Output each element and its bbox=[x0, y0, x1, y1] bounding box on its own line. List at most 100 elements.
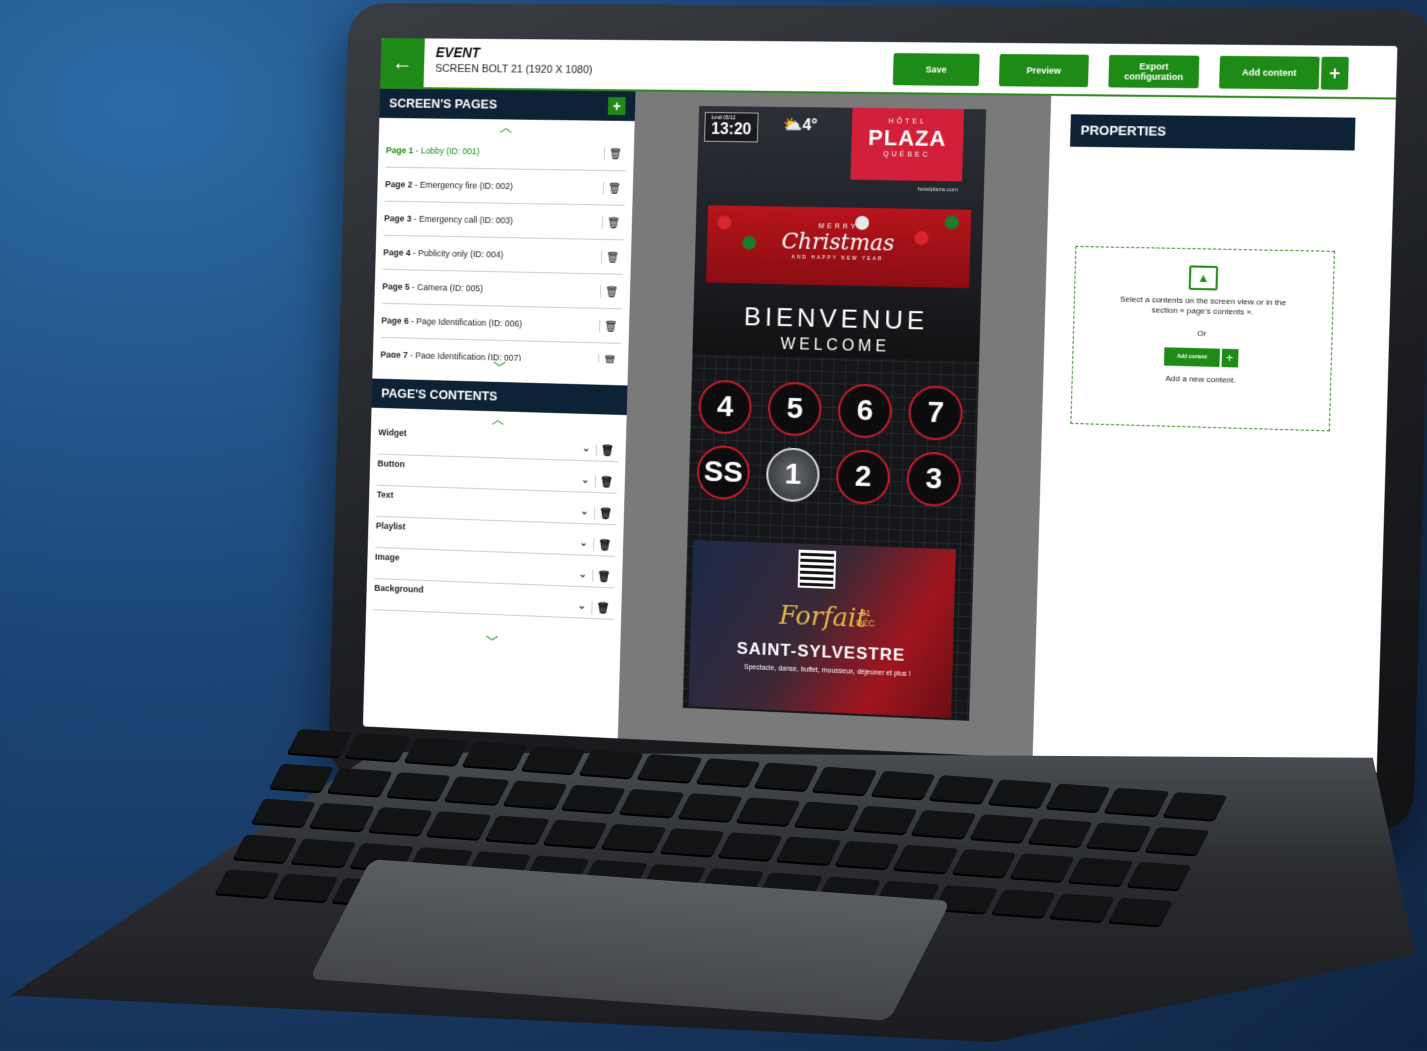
key bbox=[990, 888, 1057, 919]
key bbox=[793, 801, 860, 832]
chevron-down-icon[interactable]: ⌄ bbox=[572, 600, 592, 612]
preview-button[interactable]: Preview bbox=[998, 53, 1089, 88]
key bbox=[600, 824, 667, 854]
page-item-label: Page 1 - Lobby (ID: 001) bbox=[385, 145, 480, 157]
key bbox=[1008, 853, 1075, 884]
key bbox=[443, 776, 510, 807]
floor-button[interactable]: 3 bbox=[906, 451, 962, 508]
properties-placeholder: ▲ Select a contents on the screen view o… bbox=[1070, 245, 1335, 432]
date-badge: 31 DÉC bbox=[856, 608, 875, 629]
key bbox=[1103, 787, 1170, 818]
save-button[interactable]: Save bbox=[892, 53, 980, 87]
left-sidebar: SCREEN'S PAGES + ︿ Page 1 - Lobby (ID: 0… bbox=[362, 88, 637, 739]
floor-buttons: 4 5 6 7 SS 1 2 3 bbox=[696, 379, 970, 508]
content-item-label: Widget bbox=[378, 427, 407, 438]
floor-button[interactable]: SS bbox=[696, 444, 751, 501]
title-block: EVENT SCREEN BOLT 21 (1920 X 1080) bbox=[435, 44, 593, 76]
export-configuration-button[interactable]: Export configuration bbox=[1108, 54, 1200, 89]
screen-preview-area: lundi 05/12 13:20 ⛅4° HÔTEL PLAZA QUÉBEC… bbox=[617, 91, 1052, 759]
key bbox=[753, 762, 820, 793]
floor-button[interactable]: 2 bbox=[835, 449, 891, 505]
laptop-lid: ← EVENT SCREEN BOLT 21 (1920 X 1080) Sav… bbox=[327, 2, 1427, 834]
trash-icon[interactable]: 🗑 bbox=[591, 601, 614, 615]
trash-icon[interactable]: 🗑 bbox=[593, 506, 617, 521]
weather-widget[interactable]: ⛅4° bbox=[783, 115, 818, 135]
key bbox=[385, 772, 451, 802]
key bbox=[851, 805, 918, 836]
promo-banner[interactable]: Forfait 31 DÉC SAINT-SYLVESTRE Spectacle… bbox=[688, 539, 956, 719]
logo-hotel-city: QUÉBEC bbox=[883, 151, 931, 159]
trash-icon[interactable]: 🗑 bbox=[599, 284, 623, 299]
trash-icon[interactable]: 🗑 bbox=[599, 319, 622, 333]
page-item-3[interactable]: Page 3 - Emergency call (ID: 003) 🗑 bbox=[383, 201, 625, 241]
plus-icon: + bbox=[1221, 348, 1239, 368]
page-item-4[interactable]: Page 4 - Publicity only (ID: 004) 🗑 bbox=[382, 235, 624, 275]
chevron-down-icon[interactable]: ⌄ bbox=[573, 569, 593, 581]
trash-icon[interactable]: 🗑 bbox=[595, 443, 619, 458]
screens-pages-header: SCREEN'S PAGES + bbox=[379, 88, 636, 122]
key bbox=[425, 811, 492, 842]
trash-icon[interactable]: 🗑 bbox=[598, 353, 621, 364]
key bbox=[986, 779, 1053, 809]
key bbox=[811, 766, 878, 797]
trash-icon[interactable]: 🗑 bbox=[601, 215, 625, 229]
floor-button[interactable]: 7 bbox=[907, 385, 964, 441]
chevron-down-icon[interactable]: ⌄ bbox=[576, 443, 596, 454]
key bbox=[501, 780, 568, 811]
chevron-down-icon[interactable]: ⌄ bbox=[575, 506, 595, 517]
key bbox=[326, 768, 393, 798]
time-text: 13:20 bbox=[710, 120, 752, 139]
page-contents-title: PAGE'S CONTENTS bbox=[381, 385, 498, 404]
content-item-label: Button bbox=[377, 458, 405, 470]
key bbox=[1049, 893, 1115, 923]
floor-button[interactable]: 4 bbox=[698, 379, 753, 435]
page-item-5[interactable]: Page 5 - Camera (ID: 005) 🗑 bbox=[381, 269, 623, 310]
page-item-2[interactable]: Page 2 - Emergency fire (ID: 002) 🗑 bbox=[384, 167, 626, 206]
dec-month: DÉC bbox=[855, 617, 876, 629]
trash-icon[interactable]: 🗑 bbox=[592, 569, 615, 584]
chevron-down-icon[interactable]: ⌄ bbox=[574, 538, 594, 550]
key bbox=[694, 758, 761, 788]
floor-button-active[interactable]: 1 bbox=[765, 447, 821, 503]
add-page-button[interactable]: + bbox=[607, 97, 626, 115]
key bbox=[892, 845, 959, 875]
instruction-text: Select a contents on the screen view or … bbox=[1119, 294, 1287, 317]
add-content-button[interactable]: Add content bbox=[1219, 55, 1320, 90]
trash-icon[interactable]: 🗑 bbox=[593, 538, 616, 552]
content-item-label: Background bbox=[374, 582, 424, 595]
key bbox=[344, 732, 411, 763]
trash-icon[interactable]: 🗑 bbox=[594, 475, 618, 489]
add-content-plus-button[interactable]: + bbox=[1320, 56, 1349, 90]
clock-widget[interactable]: lundi 05/12 13:20 bbox=[704, 111, 759, 143]
key bbox=[1044, 783, 1111, 814]
key bbox=[541, 820, 608, 850]
screen-preview[interactable]: lundi 05/12 13:20 ⛅4° HÔTEL PLAZA QUÉBEC… bbox=[682, 105, 987, 721]
floor-button[interactable]: 6 bbox=[837, 383, 893, 439]
saint-sylvestre-text: SAINT-SYLVESTRE bbox=[736, 638, 906, 665]
key bbox=[483, 815, 550, 846]
cloud-sun-icon: ⛅ bbox=[782, 116, 803, 135]
key bbox=[735, 797, 802, 828]
christmas-banner[interactable]: MERRY Christmas AND HAPPY NEW YEAR bbox=[706, 205, 972, 289]
chevron-down-icon[interactable]: ﹀ bbox=[365, 629, 620, 655]
trash-icon[interactable]: 🗑 bbox=[602, 181, 626, 195]
key bbox=[833, 841, 900, 871]
back-button[interactable]: ← bbox=[380, 38, 425, 88]
content-item-label: Text bbox=[376, 489, 394, 500]
trash-icon[interactable]: 🗑 bbox=[600, 250, 624, 264]
trash-icon[interactable]: 🗑 bbox=[603, 146, 627, 160]
laptop-screen: ← EVENT SCREEN BOLT 21 (1920 X 1080) Sav… bbox=[362, 38, 1398, 775]
image-icon: ▲ bbox=[1188, 265, 1219, 291]
add-content-label: Add content bbox=[1164, 347, 1220, 367]
key bbox=[775, 836, 842, 867]
chevron-down-icon[interactable]: ⌄ bbox=[576, 475, 596, 486]
pages-list: Page 1 - Lobby (ID: 001) 🗑 Page 2 - Emer… bbox=[373, 133, 634, 364]
page-item-label: Page 6 - Page Identification (ID: 006) bbox=[381, 315, 523, 329]
key bbox=[910, 810, 977, 840]
key bbox=[519, 745, 586, 776]
hotel-logo[interactable]: HÔTEL PLAZA QUÉBEC bbox=[850, 107, 965, 182]
floor-button[interactable]: 5 bbox=[767, 381, 823, 437]
page-item-1[interactable]: Page 1 - Lobby (ID: 001) 🗑 bbox=[385, 133, 627, 172]
placeholder-add-content-button[interactable]: Add content + bbox=[1164, 347, 1239, 368]
key bbox=[928, 775, 995, 805]
